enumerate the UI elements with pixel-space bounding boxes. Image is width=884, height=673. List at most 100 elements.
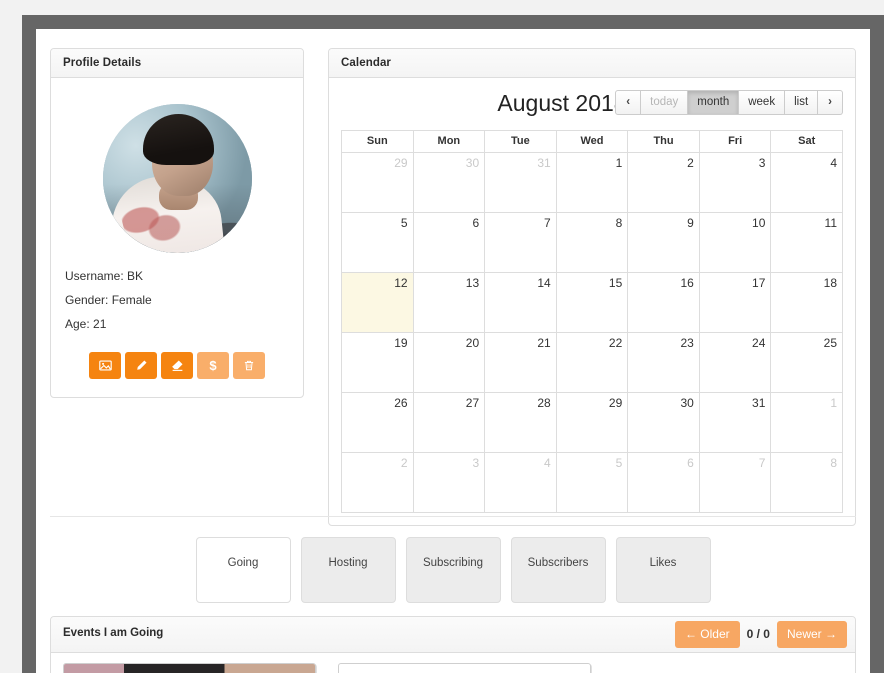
event-thumbnail: [64, 664, 315, 673]
gender-line: Gender: Female: [65, 293, 152, 307]
calendar-toolbar: August 2018 ‹ today month week list ›: [341, 88, 843, 120]
calendar-day-cell[interactable]: 4: [484, 452, 557, 513]
calendar-day-cell[interactable]: 30: [627, 392, 700, 453]
calendar-weekday-tue: Tue: [484, 130, 557, 153]
calendar-day-cell[interactable]: 17: [698, 272, 772, 333]
calendar-day-cell[interactable]: 9: [627, 212, 700, 273]
calendar-day-cell[interactable]: 31: [484, 152, 557, 213]
calendar-day-cell[interactable]: 24: [698, 332, 772, 393]
calendar-day-cell[interactable]: 5: [341, 212, 414, 273]
calendar-day-cell[interactable]: 16: [627, 272, 700, 333]
calendar-day-cell[interactable]: 6: [412, 212, 486, 273]
calendar-day-cell[interactable]: 6: [627, 452, 700, 513]
calendar-day-cell[interactable]: 23: [627, 332, 700, 393]
calendar-day-cell[interactable]: 25: [770, 332, 843, 393]
tab-subscribing[interactable]: Subscribing: [405, 537, 501, 603]
calendar-day-cell[interactable]: 31: [698, 392, 772, 453]
calendar-day-cell[interactable]: 11: [770, 212, 843, 273]
calendar-day-cell[interactable]: 2: [627, 152, 700, 213]
calendar-weekday-thu: Thu: [627, 130, 700, 153]
calendar-weekday-row: Sun Mon Tue Wed Thu Fri Sat: [341, 130, 843, 153]
events-panel-header: Events I am Going ← Older 0 / 0 Newer →: [51, 617, 855, 653]
calendar-day-cell[interactable]: 20: [412, 332, 486, 393]
calendar-day-cell[interactable]: 12: [341, 272, 414, 333]
relationship-tabs: Going Hosting Subscribing Subscribers Likes: [50, 537, 856, 603]
age-line: Age: 21: [65, 317, 107, 331]
calendar-week-button[interactable]: week: [739, 90, 786, 115]
calendar-day-cell[interactable]: 1: [770, 392, 843, 453]
tab-subscribers[interactable]: Subscribers: [510, 537, 606, 603]
events-panel-title: Events I am Going: [63, 627, 164, 639]
calendar-day-cell[interactable]: 7: [484, 212, 557, 273]
calendar-list-button[interactable]: list: [785, 90, 819, 115]
calendar-day-cell[interactable]: 28: [484, 392, 557, 453]
calendar-weekday-fri: Fri: [698, 130, 772, 153]
calendar-weekday-wed: Wed: [555, 130, 629, 153]
edit-button[interactable]: [125, 352, 157, 379]
calendar-panel-title: Calendar: [329, 49, 855, 78]
calendar-day-cell[interactable]: 13: [412, 272, 486, 333]
calendar-weekday-sat: Sat: [770, 130, 843, 153]
erase-button[interactable]: [161, 352, 193, 379]
calendar-day-cell[interactable]: 26: [341, 392, 414, 453]
calendar-day-cell[interactable]: 5: [555, 452, 629, 513]
trash-icon: [243, 359, 255, 372]
calendar-week-row: 29 30 31 1 2 3 4: [341, 152, 843, 213]
calendar-view-buttons: ‹ today month week list ›: [615, 90, 843, 115]
calendar-week-row: 12 13 14 15 16 17 18: [341, 272, 843, 333]
eraser-icon: [171, 359, 184, 372]
calendar-day-cell[interactable]: 19: [341, 332, 414, 393]
calendar-day-cell[interactable]: 8: [770, 452, 843, 513]
calendar-panel: Calendar August 2018 ‹ today month week …: [328, 48, 856, 526]
calendar-day-cell[interactable]: 7: [698, 452, 772, 513]
calendar-month-button[interactable]: month: [688, 90, 740, 115]
viewport: Profile Details Username: BK Gender: Fem…: [0, 0, 884, 673]
calendar-next-button[interactable]: ›: [818, 90, 843, 115]
page-count-label: 0 / 0: [746, 627, 770, 641]
tab-hosting[interactable]: Hosting: [300, 537, 396, 603]
calendar-day-cell[interactable]: 8: [555, 212, 629, 273]
calendar-day-cell[interactable]: 22: [555, 332, 629, 393]
calendar-week-row: 2345678: [341, 452, 843, 513]
calendar-day-cell[interactable]: 15: [555, 272, 629, 333]
newer-button[interactable]: Newer →: [776, 621, 847, 648]
profile-details-panel: Profile Details Username: BK Gender: Fem…: [50, 48, 304, 398]
calendar-day-cell[interactable]: 1: [555, 152, 629, 213]
photo-button[interactable]: [89, 352, 121, 379]
calendar-day-cell[interactable]: 3: [412, 452, 486, 513]
calendar-day-cell[interactable]: 21: [484, 332, 557, 393]
tab-going[interactable]: Going: [195, 537, 291, 603]
avatar[interactable]: [102, 104, 252, 253]
calendar-weekday-sun: Sun: [341, 130, 414, 153]
payment-button[interactable]: $: [197, 352, 229, 379]
calendar-day-cell[interactable]: 14: [484, 272, 557, 333]
delete-button[interactable]: [233, 352, 265, 379]
calendar-day-cell[interactable]: 29: [341, 152, 414, 213]
calendar-day-cell[interactable]: 27: [412, 392, 486, 453]
avatar-container: [63, 90, 291, 264]
calendar-day-rows: 29 30 31 1 2 3 4 5 6 7 8 9 10 11 12 13 14 15 16 17 18 19 20 21 2…: [341, 152, 843, 513]
event-card[interactable]: [338, 663, 591, 673]
calendar-week-row: 5 6 7 8 9 10 11: [341, 212, 843, 273]
calendar-day-cell[interactable]: 18: [770, 272, 843, 333]
dollar-icon: $: [209, 358, 217, 373]
calendar-day-cell[interactable]: 10: [698, 212, 772, 273]
events-pagination: ← Older 0 / 0 Newer →: [674, 621, 847, 648]
calendar-day-cell[interactable]: 2: [341, 452, 414, 513]
profile-panel-title: Profile Details: [51, 49, 303, 78]
calendar-prev-button[interactable]: ‹: [615, 90, 642, 115]
older-button[interactable]: ← Older: [674, 621, 740, 648]
event-card[interactable]: [63, 663, 316, 673]
calendar-day-cell[interactable]: 4: [770, 152, 843, 213]
profile-action-buttons: $: [63, 352, 291, 379]
calendar-grid: Sun Mon Tue Wed Thu Fri Sat 29 30 31 1 2 3 4 5 6 7 8 9 10 1…: [341, 130, 843, 513]
calendar-day-cell[interactable]: 29: [555, 392, 629, 453]
tab-likes[interactable]: Likes: [615, 537, 711, 603]
calendar-today-button[interactable]: today: [641, 90, 689, 115]
section-divider: [50, 516, 856, 517]
profile-panel-body: Username: BK Gender: Female Age: 21 $: [51, 78, 303, 397]
calendar-week-row: 26 27 28 29 30 31 1: [341, 392, 843, 453]
calendar-day-cell[interactable]: 30: [412, 152, 486, 213]
browser-frame: Profile Details Username: BK Gender: Fem…: [22, 15, 884, 673]
calendar-day-cell[interactable]: 3: [698, 152, 772, 213]
